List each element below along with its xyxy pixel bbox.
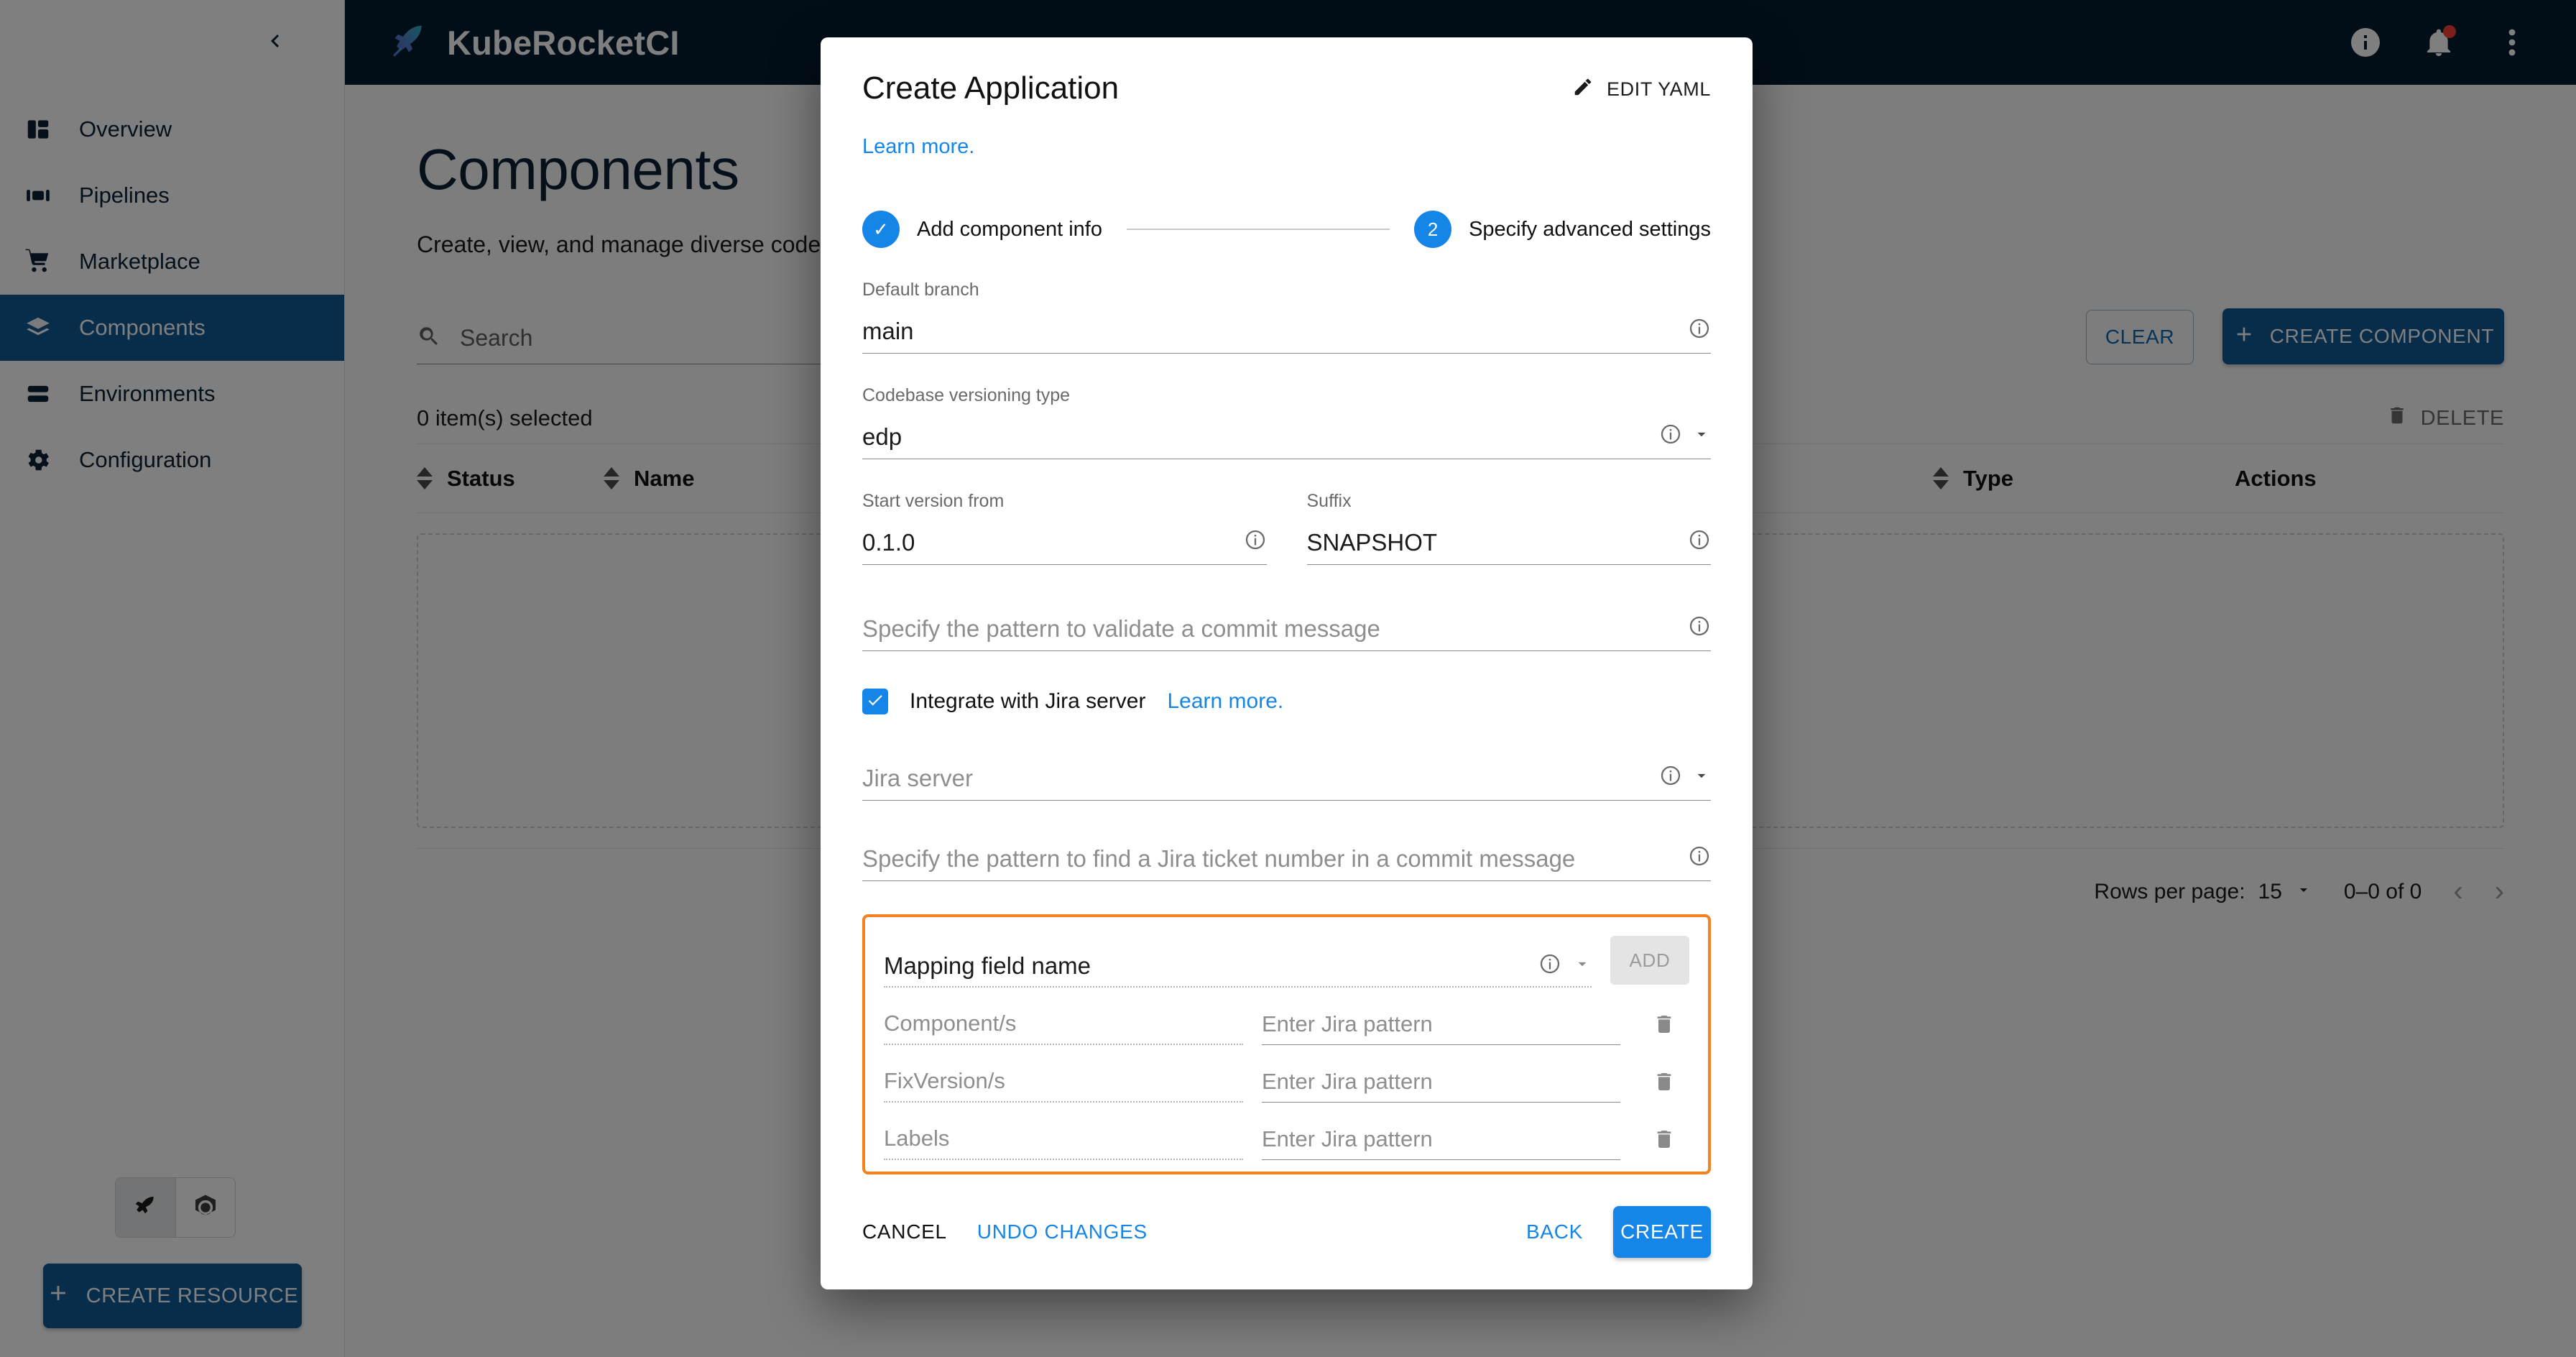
info-icon[interactable] bbox=[1688, 317, 1711, 344]
dialog-header: Create Application EDIT YAML bbox=[821, 37, 1753, 106]
dialog-title: Create Application bbox=[862, 70, 1120, 106]
trash-icon bbox=[1653, 1013, 1676, 1039]
caret-down-icon[interactable] bbox=[1692, 425, 1711, 447]
jira-field-mapping-panel: Mapping field name ADD Component/s Enter… bbox=[862, 914, 1711, 1174]
integrate-jira-label: Integrate with Jira server bbox=[910, 689, 1146, 713]
jira-ticket-pattern-field: Specify the pattern to find a Jira ticke… bbox=[862, 837, 1711, 881]
info-icon[interactable] bbox=[1688, 845, 1711, 871]
mapping-field-name-row: Mapping field name ADD bbox=[884, 936, 1689, 988]
caret-down-icon[interactable] bbox=[1692, 766, 1711, 788]
mapping-delete-button[interactable] bbox=[1639, 1128, 1689, 1160]
mapping-delete-button[interactable] bbox=[1639, 1070, 1689, 1103]
back-button[interactable]: BACK bbox=[1526, 1220, 1583, 1243]
field-label: Default branch bbox=[862, 280, 979, 300]
mapping-row: Labels Enter Jira pattern bbox=[884, 1118, 1689, 1160]
field-adornments bbox=[1688, 317, 1711, 344]
integrate-jira-row: Integrate with Jira server Learn more. bbox=[862, 689, 1711, 714]
cancel-button[interactable]: CANCEL bbox=[862, 1220, 947, 1243]
step-complete-icon: ✓ bbox=[862, 211, 900, 248]
dialog-learn-more: Learn more. bbox=[862, 135, 1711, 159]
step-label: Specify advanced settings bbox=[1469, 217, 1711, 241]
create-button[interactable]: CREATE bbox=[1613, 1206, 1711, 1258]
start-version-field: Start version from 0.1.0 bbox=[862, 491, 1267, 565]
field-adornments bbox=[1688, 615, 1711, 641]
version-row: Start version from 0.1.0 Suffix SNAPSHOT bbox=[862, 459, 1711, 565]
field-adornments bbox=[1659, 423, 1711, 449]
field-label: Start version from bbox=[862, 491, 1005, 511]
integrate-jira-checkbox[interactable] bbox=[862, 689, 888, 714]
field-adornments bbox=[1688, 845, 1711, 871]
step-specify-advanced-settings[interactable]: 2 Specify advanced settings bbox=[1414, 211, 1711, 248]
field-adornments bbox=[1538, 952, 1592, 979]
field-adornments bbox=[1244, 528, 1267, 555]
mapping-field-name-select-wrap: Mapping field name bbox=[884, 946, 1592, 988]
mapping-delete-button[interactable] bbox=[1639, 1013, 1689, 1045]
dialog-body: Learn more. ✓ Add component info 2 Speci… bbox=[821, 106, 1753, 1206]
info-icon[interactable] bbox=[1538, 952, 1561, 979]
mapping-key[interactable]: Labels bbox=[884, 1118, 1243, 1160]
step-label: Add component info bbox=[917, 217, 1102, 241]
info-icon[interactable] bbox=[1688, 615, 1711, 641]
add-mapping-button[interactable]: ADD bbox=[1610, 936, 1689, 985]
undo-changes-button[interactable]: UNDO CHANGES bbox=[977, 1220, 1148, 1243]
trash-icon bbox=[1653, 1070, 1676, 1097]
mapping-value-input[interactable]: Enter Jira pattern bbox=[1262, 1061, 1620, 1103]
info-icon[interactable] bbox=[1659, 423, 1682, 449]
jira-server-select[interactable]: Jira server bbox=[862, 756, 1711, 801]
mapping-value-input[interactable]: Enter Jira pattern bbox=[1262, 1118, 1620, 1160]
info-icon[interactable] bbox=[1659, 764, 1682, 791]
jira-server-field: Jira server bbox=[862, 756, 1711, 801]
commit-message-pattern-field: Specify the pattern to validate a commit… bbox=[862, 607, 1711, 651]
commit-message-pattern-input[interactable]: Specify the pattern to validate a commit… bbox=[862, 607, 1711, 651]
step-number: 2 bbox=[1414, 211, 1452, 248]
field-label: Codebase versioning type bbox=[862, 385, 1071, 405]
edit-yaml-label: EDIT YAML bbox=[1607, 78, 1711, 100]
mapping-key[interactable]: FixVersion/s bbox=[884, 1061, 1243, 1103]
suffix-field: Suffix SNAPSHOT bbox=[1306, 491, 1711, 565]
suffix-input[interactable]: SNAPSHOT bbox=[1306, 520, 1711, 565]
codebase-versioning-type-field: Codebase versioning type edp bbox=[862, 385, 1711, 459]
mapping-key[interactable]: Component/s bbox=[884, 1003, 1243, 1045]
jira-learn-more-link[interactable]: Learn more. bbox=[1167, 689, 1283, 714]
pencil-icon bbox=[1572, 76, 1594, 103]
edit-yaml-button[interactable]: EDIT YAML bbox=[1572, 76, 1711, 103]
field-adornments bbox=[1659, 764, 1711, 791]
trash-icon bbox=[1653, 1128, 1676, 1154]
info-icon[interactable] bbox=[1244, 528, 1267, 555]
dialog-footer: CANCEL UNDO CHANGES BACK CREATE bbox=[821, 1206, 1753, 1289]
stepper-connector bbox=[1126, 229, 1390, 230]
app-root: Overview Pipelines Marketplace Component… bbox=[0, 0, 2576, 1357]
field-label: Suffix bbox=[1306, 491, 1352, 511]
codebase-versioning-type-select[interactable]: edp bbox=[862, 415, 1711, 459]
mapping-row: FixVersion/s Enter Jira pattern bbox=[884, 1061, 1689, 1103]
info-icon[interactable] bbox=[1688, 528, 1711, 555]
mapping-row: Component/s Enter Jira pattern bbox=[884, 1003, 1689, 1045]
mapping-value-input[interactable]: Enter Jira pattern bbox=[1262, 1003, 1620, 1045]
default-branch-input[interactable]: main bbox=[862, 309, 1711, 354]
checkmark-icon bbox=[866, 691, 885, 713]
create-application-dialog: Create Application EDIT YAML Learn more.… bbox=[821, 37, 1753, 1289]
default-branch-field: Default branch main bbox=[862, 280, 1711, 354]
mapping-field-name-select[interactable]: Mapping field name bbox=[884, 946, 1592, 988]
wizard-stepper: ✓ Add component info 2 Specify advanced … bbox=[862, 211, 1711, 248]
step-add-component-info[interactable]: ✓ Add component info bbox=[862, 211, 1102, 248]
caret-down-icon[interactable] bbox=[1573, 954, 1592, 977]
field-adornments bbox=[1688, 528, 1711, 555]
jira-ticket-pattern-input[interactable]: Specify the pattern to find a Jira ticke… bbox=[862, 837, 1711, 881]
learn-more-link[interactable]: Learn more. bbox=[862, 135, 974, 158]
start-version-input[interactable]: 0.1.0 bbox=[862, 520, 1267, 565]
